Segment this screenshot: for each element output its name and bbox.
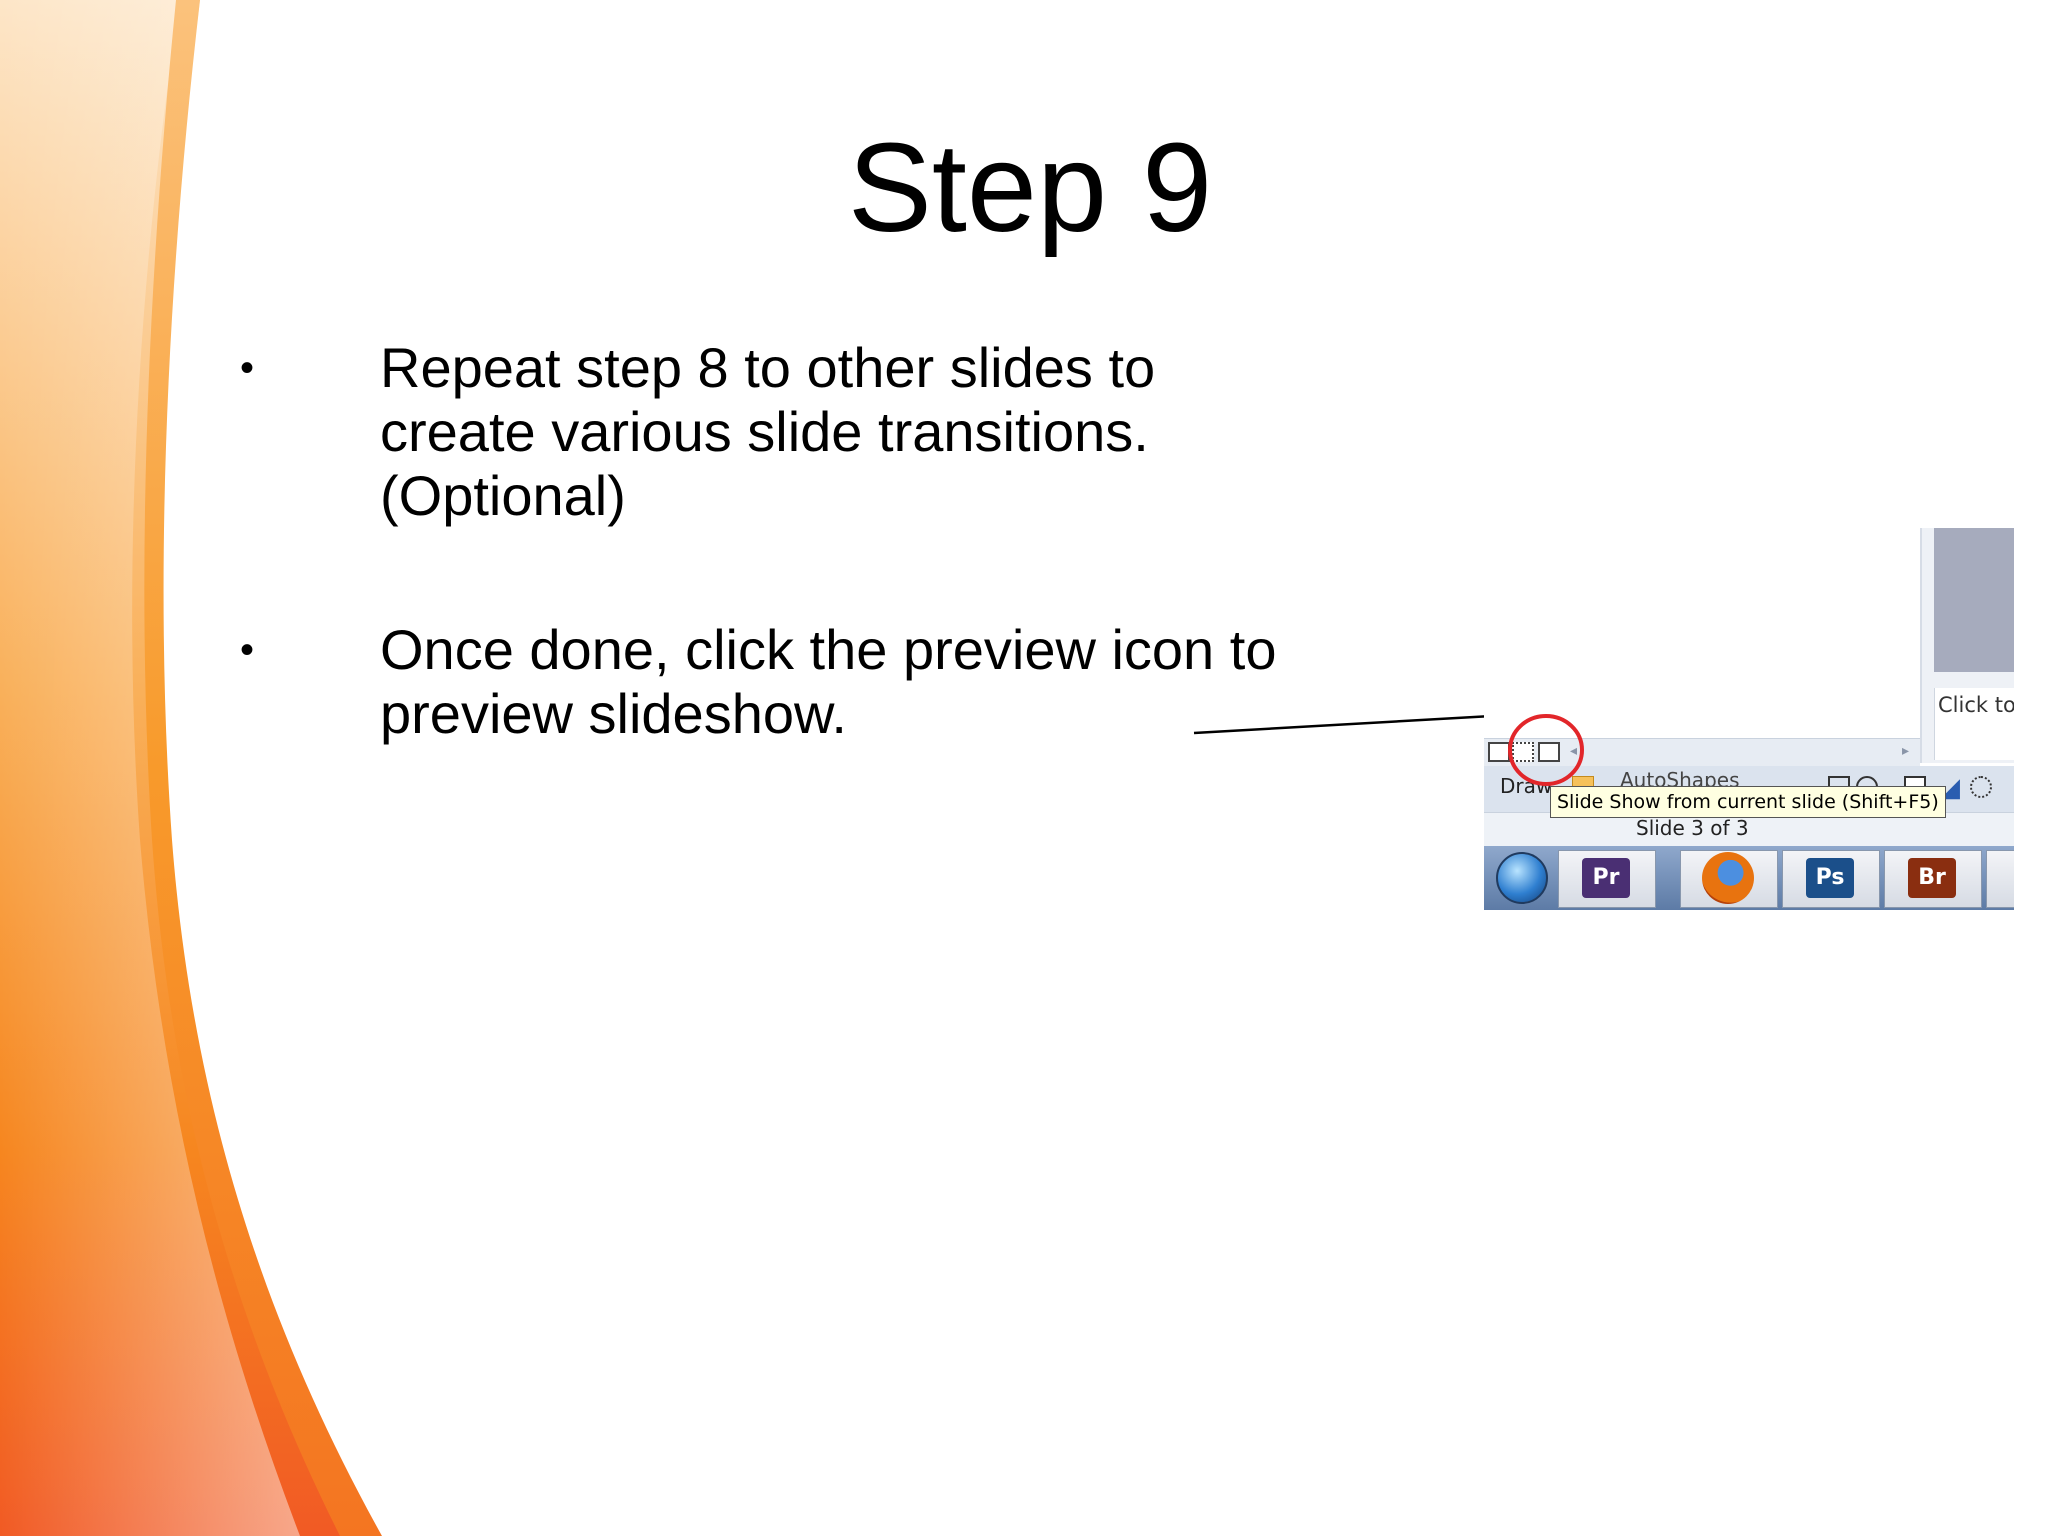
photoshop-icon: Ps <box>1806 858 1854 898</box>
bridge-icon: Br <box>1908 858 1956 898</box>
taskbar-button-extra[interactable] <box>1986 850 2014 908</box>
firefox-icon <box>1702 852 1754 904</box>
start-button[interactable] <box>1496 852 1548 904</box>
powerpoint-screenshot: Click to ◂ ▸ Draw AutoShapes ◢ Slide 3 o… <box>1484 528 2014 910</box>
premiere-icon: Pr <box>1582 858 1630 898</box>
slide: Step 9 • Repeat step 8 to other slides t… <box>0 0 2048 1536</box>
